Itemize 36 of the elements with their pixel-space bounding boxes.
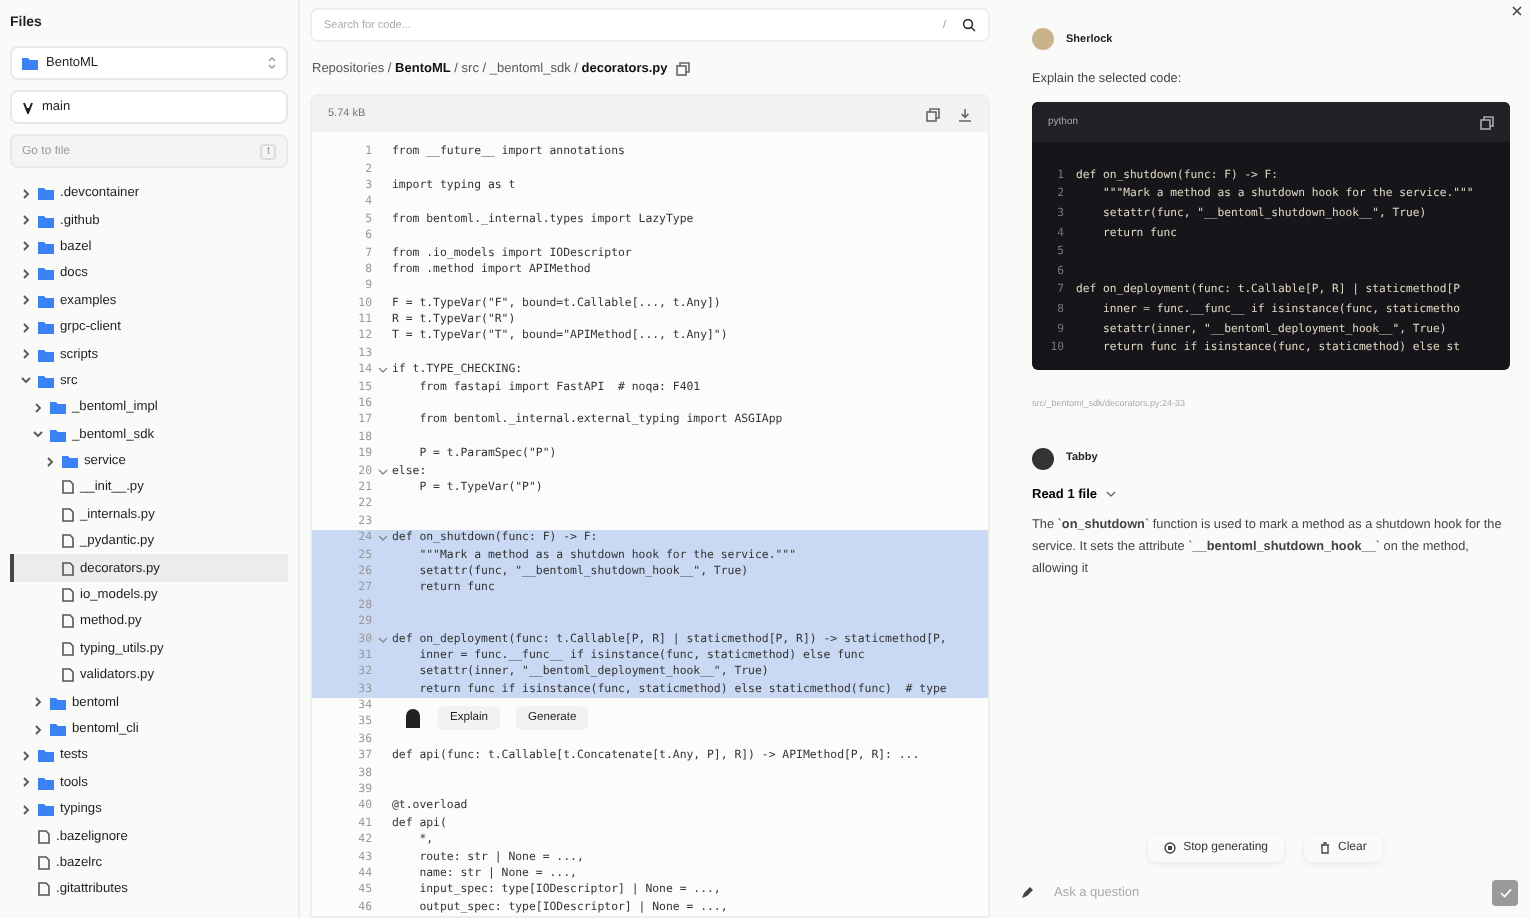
avatar-icon <box>404 707 422 729</box>
chevron-right-icon <box>20 187 32 200</box>
chevron-right-icon <box>20 348 32 361</box>
chevron-down-icon <box>20 374 32 387</box>
chevron-right-icon <box>32 723 44 735</box>
branch-icon <box>22 101 34 113</box>
send-button[interactable] <box>1492 880 1518 906</box>
chevron-down-icon[interactable] <box>377 534 387 543</box>
chevron-right-icon <box>20 294 32 307</box>
chevron-right-icon <box>20 803 32 816</box>
search-icon[interactable] <box>962 18 976 32</box>
copy-icon[interactable] <box>675 62 690 76</box>
chevron-down-icon[interactable] <box>377 366 387 375</box>
folder-icon <box>22 56 38 70</box>
chevron-right-icon <box>32 696 44 709</box>
chevron-down-icon <box>1105 490 1116 499</box>
chevron-right-icon <box>20 776 32 789</box>
trash-icon <box>1320 842 1331 854</box>
avatar <box>1032 447 1054 470</box>
edit-icon[interactable] <box>1020 886 1034 900</box>
chevron-right-icon <box>20 749 32 762</box>
chevron-up-down-icon <box>268 56 276 70</box>
chevron-down-icon <box>32 428 44 441</box>
check-icon <box>1499 888 1511 898</box>
copy-icon[interactable] <box>926 107 940 121</box>
chevron-right-icon <box>32 401 44 414</box>
close-button[interactable] <box>1512 6 1522 16</box>
chevron-right-icon <box>20 267 32 280</box>
download-icon[interactable] <box>958 107 972 121</box>
chevron-right-icon <box>20 321 32 334</box>
chevron-right-icon <box>44 455 56 468</box>
chevron-down-icon[interactable] <box>377 467 387 476</box>
avatar <box>1032 28 1054 50</box>
stop-icon <box>1163 842 1176 854</box>
chevron-down-icon[interactable] <box>377 635 387 644</box>
copy-icon[interactable] <box>1480 115 1494 129</box>
